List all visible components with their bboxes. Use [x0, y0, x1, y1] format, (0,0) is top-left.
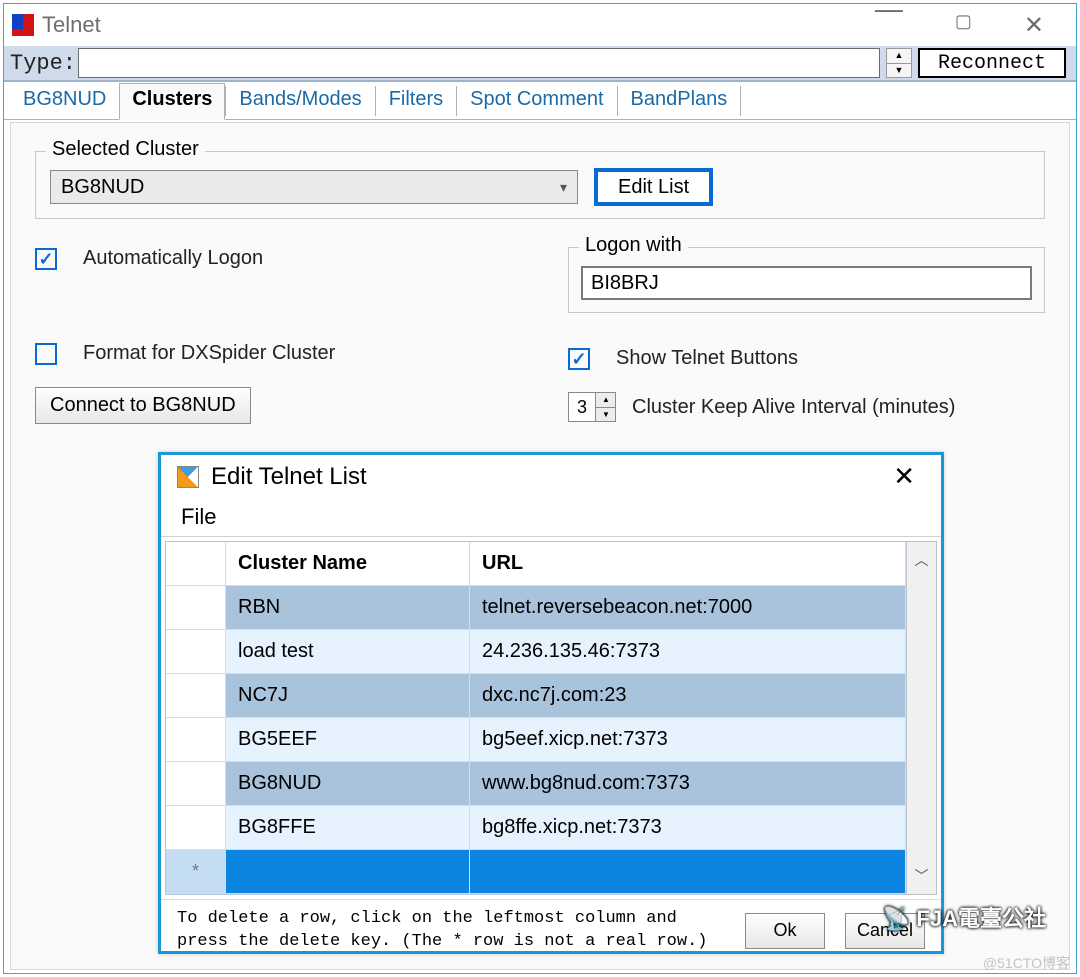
table-row[interactable]: BG8FFEbg8ffe.xicp.net:7373	[166, 806, 906, 850]
minimize-button[interactable]: —	[875, 5, 903, 34]
reconnect-button[interactable]: Reconnect	[918, 48, 1066, 78]
group-legend: Selected Cluster	[46, 138, 205, 161]
close-button[interactable]: ✕	[1024, 11, 1044, 40]
modal-close-button[interactable]: ✕	[883, 455, 925, 498]
row-selector[interactable]	[166, 674, 226, 718]
row-selector[interactable]	[166, 718, 226, 762]
cell-url[interactable]: www.bg8nud.com:7373	[470, 762, 906, 806]
selected-cluster-group: Selected Cluster BG8NUD ▾ Edit List	[35, 151, 1045, 219]
ok-button[interactable]: Ok	[745, 913, 825, 949]
cell-url[interactable]: dxc.nc7j.com:23	[470, 674, 906, 718]
app-icon	[12, 14, 34, 36]
row-selector[interactable]	[166, 806, 226, 850]
tab-bands-modes[interactable]: Bands/Modes	[226, 83, 374, 120]
titlebar: Telnet — ▢ ✕	[4, 4, 1076, 46]
cell-cluster-name[interactable]: NC7J	[226, 674, 470, 718]
edit-telnet-list-dialog: Edit Telnet List ✕ File Cluster Name URL…	[158, 452, 944, 954]
grid-scrollbar[interactable]: ︿ ﹀	[907, 541, 937, 895]
auto-logon-checkbox[interactable]	[35, 248, 57, 270]
brand-watermark: 📡 FJA電臺公社	[883, 901, 1046, 933]
logon-legend: Logon with	[579, 234, 688, 257]
maximize-button[interactable]: ▢	[955, 11, 972, 40]
logon-with-group: Logon with	[568, 247, 1045, 313]
modal-file-menu[interactable]: File	[161, 498, 941, 537]
type-spin-up[interactable]: ▲	[887, 49, 911, 64]
type-combo[interactable]	[78, 48, 880, 78]
table-new-row[interactable]: *	[166, 850, 906, 894]
cell-url[interactable]: 24.236.135.46:7373	[470, 630, 906, 674]
cluster-select[interactable]: BG8NUD ▾	[50, 170, 578, 204]
new-row-star-icon: *	[192, 861, 199, 882]
grid-header-name[interactable]: Cluster Name	[226, 542, 470, 586]
show-buttons-checkbox[interactable]	[568, 348, 590, 370]
grid-header-selector	[166, 542, 226, 586]
grid-header: Cluster Name URL	[166, 542, 906, 586]
modal-titlebar: Edit Telnet List ✕	[161, 455, 941, 498]
row-selector[interactable]	[166, 630, 226, 674]
cluster-select-value: BG8NUD	[61, 176, 144, 199]
type-bar: Type: ▲ ▼ Reconnect	[4, 46, 1076, 82]
tab-spot-comment[interactable]: Spot Comment	[457, 83, 616, 120]
keepalive-label: Cluster Keep Alive Interval (minutes)	[632, 396, 955, 419]
modal-footer: To delete a row, click on the leftmost c…	[161, 899, 941, 968]
scroll-down-icon[interactable]: ﹀	[915, 866, 929, 886]
cell-url[interactable]: bg5eef.xicp.net:7373	[470, 718, 906, 762]
delete-hint: To delete a row, click on the leftmost c…	[177, 908, 725, 954]
keepalive-up[interactable]: ▲	[595, 393, 615, 408]
show-buttons-label: Show Telnet Buttons	[616, 347, 798, 370]
cell-url[interactable]	[470, 850, 906, 894]
clusters-pane: Selected Cluster BG8NUD ▾ Edit List Auto…	[11, 123, 1069, 452]
format-dxspider-label: Format for DXSpider Cluster	[83, 342, 335, 365]
cell-cluster-name[interactable]: BG8FFE	[226, 806, 470, 850]
row-selector[interactable]: *	[166, 850, 226, 894]
type-spin-down[interactable]: ▼	[887, 64, 911, 78]
scroll-up-icon[interactable]: ︿	[915, 550, 929, 570]
keepalive-down[interactable]: ▼	[595, 408, 615, 422]
chevron-down-icon: ▾	[560, 179, 567, 196]
cell-url[interactable]: bg8ffe.xicp.net:7373	[470, 806, 906, 850]
table-row[interactable]: BG5EEFbg5eef.xicp.net:7373	[166, 718, 906, 762]
edit-list-button[interactable]: Edit List	[594, 168, 713, 206]
form-icon	[177, 466, 199, 488]
modal-title: Edit Telnet List	[211, 463, 883, 491]
row-selector[interactable]	[166, 762, 226, 806]
table-row[interactable]: NC7Jdxc.nc7j.com:23	[166, 674, 906, 718]
cell-cluster-name[interactable]: BG8NUD	[226, 762, 470, 806]
cell-cluster-name[interactable]: load test	[226, 630, 470, 674]
table-row[interactable]: RBNtelnet.reversebeacon.net:7000	[166, 586, 906, 630]
format-dxspider-checkbox[interactable]	[35, 343, 57, 365]
table-row[interactable]: BG8NUDwww.bg8nud.com:7373	[166, 762, 906, 806]
auto-logon-row[interactable]: Automatically Logon	[35, 247, 512, 270]
credit-watermark: @51CTO博客	[983, 953, 1070, 973]
cell-cluster-name[interactable]: RBN	[226, 586, 470, 630]
cell-url[interactable]: telnet.reversebeacon.net:7000	[470, 586, 906, 630]
type-label: Type:	[10, 51, 76, 76]
connect-button[interactable]: Connect to BG8NUD	[35, 387, 251, 424]
format-dxspider-row[interactable]: Format for DXSpider Cluster	[35, 342, 512, 365]
logon-input[interactable]	[581, 266, 1032, 300]
tab-bg8nud[interactable]: BG8NUD	[10, 83, 119, 120]
cell-cluster-name[interactable]	[226, 850, 470, 894]
auto-logon-label: Automatically Logon	[83, 247, 263, 270]
keepalive-spinner[interactable]: 3 ▲ ▼	[568, 392, 616, 422]
cluster-grid[interactable]: Cluster Name URL RBNtelnet.reversebeacon…	[165, 541, 907, 895]
tab-bandplans[interactable]: BandPlans	[618, 83, 741, 120]
tab-clusters[interactable]: Clusters	[119, 83, 225, 120]
table-row[interactable]: load test24.236.135.46:7373	[166, 630, 906, 674]
row-selector[interactable]	[166, 586, 226, 630]
type-spinner[interactable]: ▲ ▼	[886, 48, 912, 78]
tab-strip: BG8NUD Clusters Bands/Modes Filters Spot…	[4, 82, 1076, 120]
show-buttons-row[interactable]: Show Telnet Buttons	[568, 347, 1045, 370]
keepalive-value: 3	[569, 393, 595, 421]
tab-filters[interactable]: Filters	[376, 83, 456, 120]
grid-header-url[interactable]: URL	[470, 542, 906, 586]
window-title: Telnet	[42, 12, 875, 38]
cell-cluster-name[interactable]: BG5EEF	[226, 718, 470, 762]
